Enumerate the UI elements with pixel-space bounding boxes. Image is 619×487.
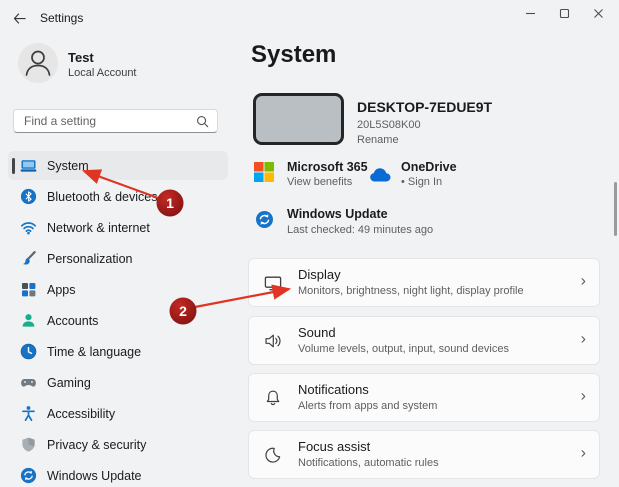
- sidebar-nav: System Bluetooth & devices Network & int…: [0, 151, 240, 487]
- sidebar-item-privacy-security[interactable]: Privacy & security: [8, 430, 228, 459]
- onedrive-title[interactable]: OneDrive: [401, 160, 457, 174]
- sidebar-item-label: Accounts: [47, 314, 98, 328]
- sidebar-item-label: Windows Update: [47, 469, 142, 483]
- bell-icon: [263, 388, 283, 408]
- sidebar-item-label: Network & internet: [47, 221, 150, 235]
- maximize-button[interactable]: [547, 0, 581, 26]
- sidebar-item-label: System: [47, 159, 89, 173]
- device-name: DESKTOP-7EDUE9T: [357, 99, 492, 115]
- microsoft365-subtitle[interactable]: View benefits: [287, 176, 352, 188]
- sidebar-item-label: Bluetooth & devices: [47, 190, 158, 204]
- back-button[interactable]: [10, 9, 28, 27]
- sidebar-item-label: Personalization: [47, 252, 132, 266]
- device-thumbnail: [253, 93, 344, 145]
- moon-icon: [263, 445, 283, 465]
- system-icon: [20, 157, 37, 174]
- sidebar-item-accessibility[interactable]: Accessibility: [8, 399, 228, 428]
- windows-update-status: Last checked: 49 minutes ago: [287, 224, 433, 236]
- brush-icon: [20, 250, 37, 267]
- card-notifications[interactable]: Notifications Alerts from apps and syste…: [248, 373, 600, 422]
- close-icon: [593, 8, 604, 19]
- onedrive-cloud-icon: [369, 167, 393, 183]
- microsoft365-title[interactable]: Microsoft 365: [287, 160, 368, 174]
- search-box[interactable]: [13, 109, 218, 133]
- sidebar-item-network-internet[interactable]: Network & internet: [8, 213, 228, 242]
- settings-window: Settings Test Local Account System: [0, 0, 619, 487]
- back-arrow-icon: [12, 11, 27, 26]
- display-icon: [263, 273, 283, 293]
- scrollbar-thumb[interactable]: [614, 182, 617, 236]
- avatar[interactable]: [18, 43, 58, 83]
- sidebar-item-label: Accessibility: [47, 407, 115, 421]
- sound-icon: [263, 331, 283, 351]
- sidebar-item-label: Privacy & security: [47, 438, 146, 452]
- minimize-button[interactable]: [513, 0, 547, 26]
- chevron-right-icon: ›: [581, 444, 586, 462]
- card-subtitle: Alerts from apps and system: [298, 400, 437, 412]
- page-title: System: [251, 41, 336, 69]
- card-focus-assist[interactable]: Focus assist Notifications, automatic ru…: [248, 430, 600, 479]
- minimize-icon: [525, 8, 536, 19]
- sidebar-item-accounts[interactable]: Accounts: [8, 306, 228, 335]
- close-button[interactable]: [581, 0, 615, 26]
- chevron-right-icon: ›: [581, 330, 586, 348]
- apps-grid-icon: [20, 281, 37, 298]
- search-input[interactable]: [24, 114, 196, 128]
- sync-icon: [20, 467, 37, 484]
- windows-update-title[interactable]: Windows Update: [287, 207, 388, 221]
- shield-icon: [20, 436, 37, 453]
- card-title: Sound: [298, 325, 336, 340]
- device-model: 20L5S08K00: [357, 119, 421, 131]
- card-display[interactable]: Display Monitors, brightness, night ligh…: [248, 258, 600, 307]
- sidebar-item-label: Apps: [47, 283, 76, 297]
- rename-link[interactable]: Rename: [357, 134, 399, 146]
- sidebar-item-windows-update[interactable]: Windows Update: [8, 461, 228, 487]
- card-title: Display: [298, 267, 341, 282]
- windows-update-status-icon: [255, 210, 274, 229]
- onedrive-subtitle[interactable]: • Sign In: [401, 176, 442, 188]
- card-title: Notifications: [298, 382, 369, 397]
- card-title: Focus assist: [298, 439, 370, 454]
- card-subtitle: Notifications, automatic rules: [298, 457, 439, 469]
- accessibility-person-icon: [20, 405, 37, 422]
- search-icon: [196, 115, 209, 128]
- sidebar-item-label: Gaming: [47, 376, 91, 390]
- card-subtitle: Monitors, brightness, night light, displ…: [298, 285, 524, 297]
- sidebar-item-label: Time & language: [47, 345, 141, 359]
- microsoft-logo-icon: [254, 162, 274, 182]
- sidebar-item-gaming[interactable]: Gaming: [8, 368, 228, 397]
- sidebar-item-time-language[interactable]: Time & language: [8, 337, 228, 366]
- account-name: Test: [68, 50, 94, 65]
- sidebar-item-personalization[interactable]: Personalization: [8, 244, 228, 273]
- card-subtitle: Volume levels, output, input, sound devi…: [298, 343, 509, 355]
- sidebar-item-apps[interactable]: Apps: [8, 275, 228, 304]
- card-sound[interactable]: Sound Volume levels, output, input, soun…: [248, 316, 600, 365]
- chevron-right-icon: ›: [581, 272, 586, 290]
- wifi-icon: [20, 219, 37, 236]
- person-icon: [18, 43, 58, 83]
- gamepad-icon: [20, 374, 37, 391]
- accounts-person-icon: [20, 312, 37, 329]
- selected-indicator: [12, 158, 15, 174]
- window-title: Settings: [40, 11, 83, 25]
- sidebar-item-system[interactable]: System: [8, 151, 228, 180]
- maximize-icon: [559, 8, 570, 19]
- chevron-right-icon: ›: [581, 387, 586, 405]
- account-type: Local Account: [68, 67, 137, 79]
- bluetooth-icon: [20, 188, 37, 205]
- sidebar-item-bluetooth-devices[interactable]: Bluetooth & devices: [8, 182, 228, 211]
- clock-icon: [20, 343, 37, 360]
